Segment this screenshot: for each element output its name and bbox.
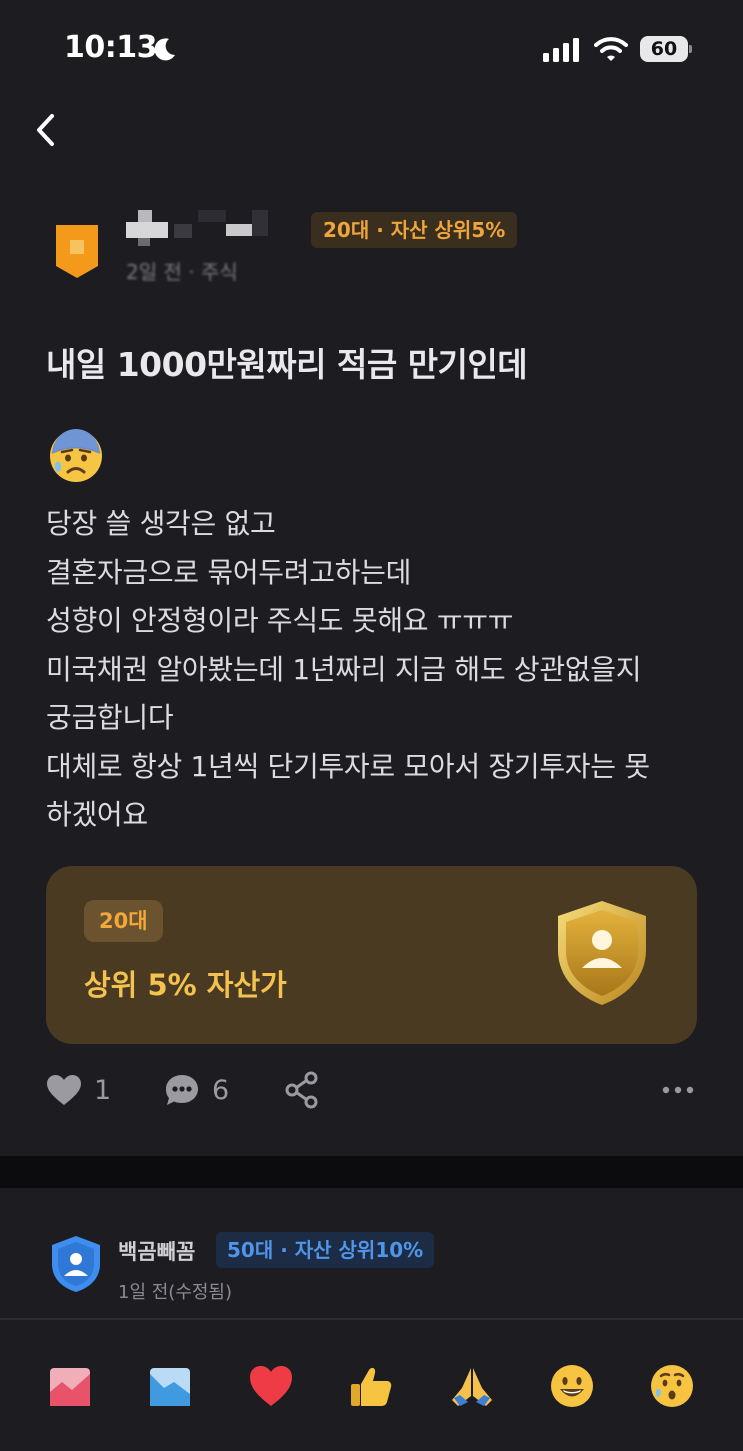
section-divider xyxy=(0,1156,743,1188)
grinning-face-icon[interactable] xyxy=(548,1362,596,1410)
author-rank-tag: 20대 · 자산 상위5% xyxy=(311,212,518,248)
asset-rank-card[interactable]: 20대 상위 5% 자산가 xyxy=(46,866,697,1044)
folded-hands-icon[interactable] xyxy=(448,1362,496,1410)
back-button[interactable] xyxy=(28,108,64,152)
orange-shield-badge-icon xyxy=(56,225,98,278)
post-body-line: 성향이 안정형이라 주식도 못해요 ㅠㅠㅠ xyxy=(46,604,514,637)
rank-age-badge: 20대 xyxy=(84,900,163,942)
post-body-line: 미국채권 알아봤는데 1년짜리 지금 해도 상관없을지 xyxy=(46,652,642,686)
moon-icon xyxy=(154,38,175,61)
cellular-signal-icon xyxy=(543,38,579,62)
post-meta: 2일 전 · 주식 xyxy=(126,260,238,284)
comment-rank-tag: 50대 · 자산 상위10% xyxy=(216,1232,435,1268)
comment-count: 6 xyxy=(212,1074,230,1106)
more-horizontal-icon[interactable] xyxy=(660,1078,696,1102)
comment-meta: 1일 전(수정됨) xyxy=(118,1282,233,1303)
battery-indicator: 60 xyxy=(640,36,692,62)
rank-label: 상위 5% 자산가 xyxy=(84,968,287,1002)
heart-icon xyxy=(47,1075,81,1105)
gold-shield-person-icon xyxy=(558,901,646,1005)
post-title: 내일 1000만원짜리 적금 만기인데 xyxy=(46,345,528,384)
comment-author-name[interactable]: 백곰빼꼼 xyxy=(118,1236,195,1266)
thinking-face-icon[interactable] xyxy=(648,1362,696,1410)
blue-shield-person-icon[interactable] xyxy=(50,1234,102,1294)
post-body: 당장 쓸 생각은 없고 결혼자금으로 묶어두려고하는데 성향이 안정형이라 주식… xyxy=(46,500,706,840)
anxious-face-with-sweat-icon xyxy=(50,429,102,482)
post-body-line: 궁금합니다 xyxy=(46,701,174,734)
comment-button[interactable]: 6 xyxy=(164,1070,229,1110)
reaction-bar xyxy=(0,1320,743,1451)
post-body-line: 당장 쓸 생각은 없고 xyxy=(46,507,276,540)
like-button[interactable]: 1 xyxy=(46,1070,111,1110)
post-body-line: 대체로 항상 1년씩 단기투자로 모아서 장기투자는 못 xyxy=(46,749,650,783)
status-time: 10:13 xyxy=(64,30,158,65)
share-icon[interactable] xyxy=(284,1070,320,1110)
red-heart-icon[interactable] xyxy=(247,1362,295,1410)
like-count: 1 xyxy=(94,1074,112,1106)
author-name-pixelated[interactable] xyxy=(126,210,270,246)
status-bar: 10:13 60 xyxy=(0,0,743,100)
battery-level: 60 xyxy=(650,38,678,60)
chart-up-icon[interactable] xyxy=(46,1362,94,1410)
speech-bubble-icon xyxy=(166,1075,198,1105)
post-body-line: 하겠어요 xyxy=(46,798,148,831)
post-body-line: 결혼자금으로 묶어두려고하는데 xyxy=(46,555,412,589)
thumbs-up-icon[interactable] xyxy=(347,1362,395,1410)
chart-down-icon[interactable] xyxy=(146,1362,194,1410)
wifi-icon xyxy=(594,37,628,61)
